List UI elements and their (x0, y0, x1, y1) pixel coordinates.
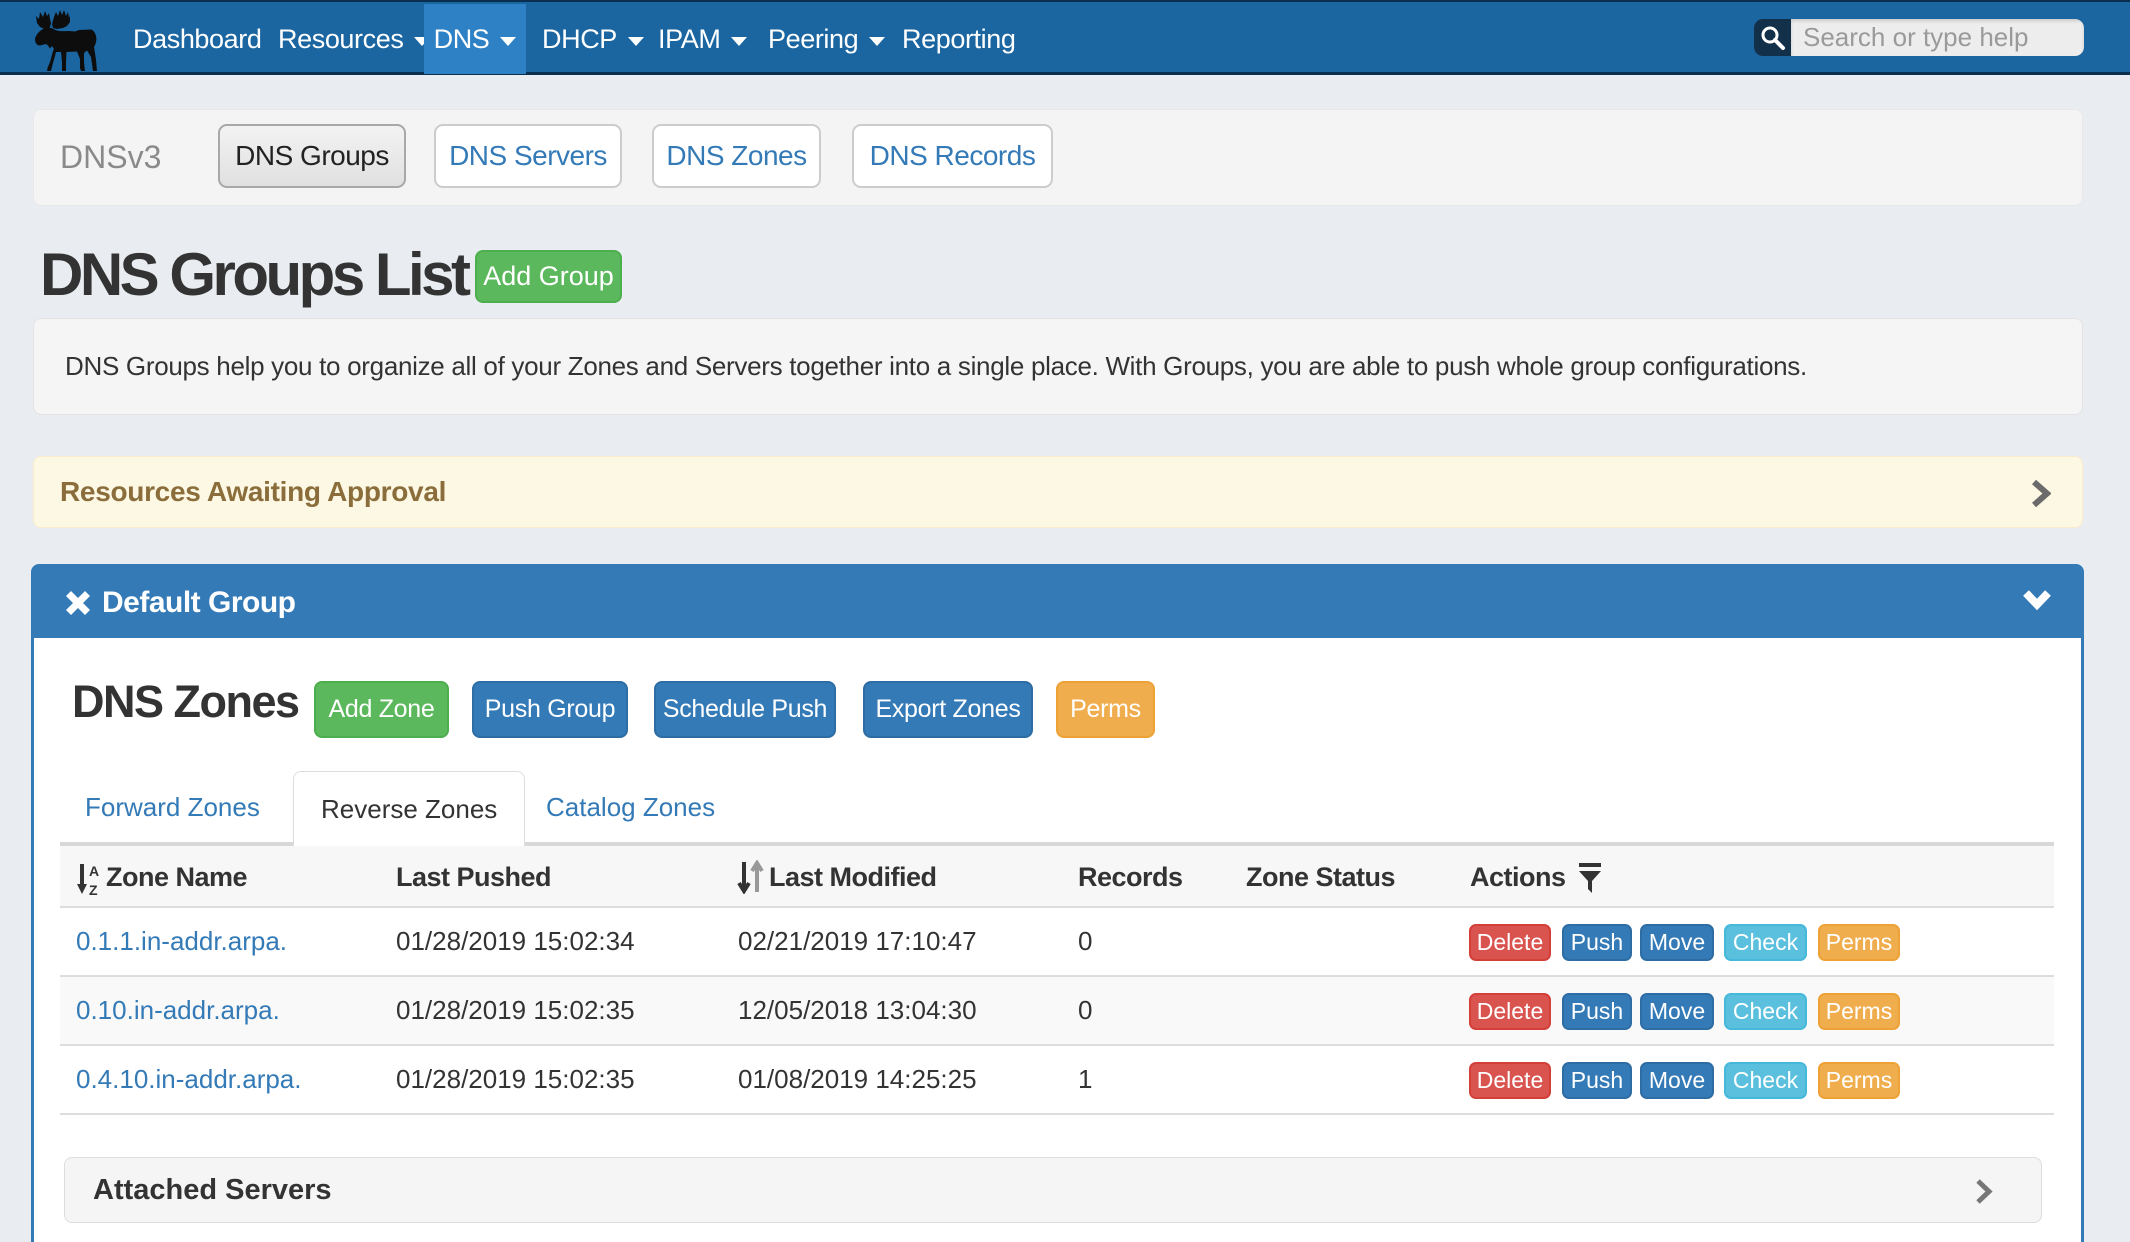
svg-text:A: A (89, 863, 99, 879)
svg-text:Z: Z (89, 882, 98, 896)
